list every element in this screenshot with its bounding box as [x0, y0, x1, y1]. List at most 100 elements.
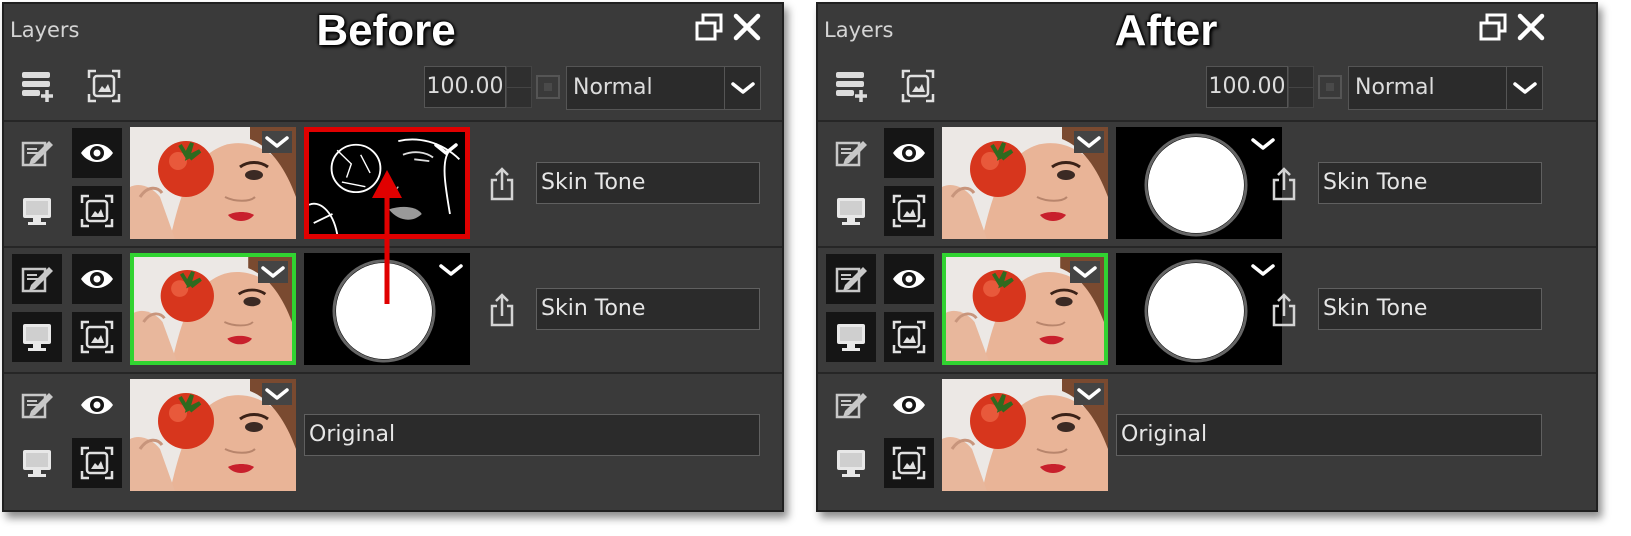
chevron-down-icon[interactable]: [1074, 131, 1104, 153]
dropdown-button[interactable]: [724, 67, 760, 109]
eye-icon: [79, 135, 115, 171]
visibility-toggle[interactable]: [884, 128, 934, 178]
edit-layer-button[interactable]: [826, 254, 876, 304]
blend-mode-select[interactable]: Normal: [1348, 66, 1543, 110]
monitor-icon: [833, 193, 869, 229]
dropdown-button[interactable]: [1506, 67, 1542, 109]
before-heading: Before: [316, 6, 456, 55]
layer-name-field[interactable]: Skin Tone: [536, 162, 760, 204]
fit-frame-icon[interactable]: [900, 68, 936, 104]
opacity-stepper[interactable]: [1288, 66, 1314, 108]
edit-icon: [833, 135, 869, 171]
frame-icon: [891, 319, 927, 355]
chevron-down-icon[interactable]: [262, 131, 292, 153]
display-button[interactable]: [826, 186, 876, 236]
mask-frame-button[interactable]: [72, 312, 122, 362]
chevron-down-icon[interactable]: [431, 138, 461, 160]
layer-thumbnail-selected[interactable]: [942, 253, 1108, 365]
chevron-down-icon[interactable]: [1248, 133, 1278, 155]
mask-frame-button[interactable]: [884, 438, 934, 488]
add-layer-icon[interactable]: [20, 68, 56, 104]
edit-layer-button[interactable]: [826, 128, 876, 178]
layer-mask-thumbnail[interactable]: [1116, 253, 1282, 365]
chevron-down-icon: [1510, 77, 1540, 99]
eye-icon: [79, 261, 115, 297]
mask-frame-button[interactable]: [884, 312, 934, 362]
layer-mask-thumbnail[interactable]: [1116, 127, 1282, 239]
layer-thumbnail[interactable]: [130, 127, 296, 239]
layer-name-field[interactable]: Skin Tone: [536, 288, 760, 330]
restore-window-icon[interactable]: [1478, 12, 1508, 42]
eye-icon: [891, 135, 927, 171]
display-button[interactable]: [12, 186, 62, 236]
edit-icon: [19, 135, 55, 171]
close-icon[interactable]: [1516, 12, 1546, 42]
chevron-down-icon[interactable]: [1070, 261, 1100, 283]
edit-layer-button[interactable]: [12, 254, 62, 304]
share-icon[interactable]: [488, 292, 516, 328]
layer-name-field[interactable]: Skin Tone: [1318, 288, 1542, 330]
layer-row[interactable]: Skin Tone: [818, 246, 1596, 368]
display-button[interactable]: [826, 438, 876, 488]
panel-title: Layers: [824, 18, 894, 42]
edit-icon: [833, 387, 869, 423]
blend-mode-value: Normal: [1355, 75, 1435, 100]
frame-icon: [891, 445, 927, 481]
blend-mode-value: Normal: [573, 75, 653, 100]
opacity-input[interactable]: 100.00: [424, 66, 506, 108]
layer-thumbnail[interactable]: [942, 379, 1108, 491]
restore-window-icon[interactable]: [694, 12, 724, 42]
annotation-arrow: [372, 170, 402, 304]
layer-thumbnail[interactable]: [130, 379, 296, 491]
layer-name-field[interactable]: Original: [304, 414, 760, 456]
monitor-icon: [19, 193, 55, 229]
fit-frame-icon[interactable]: [86, 68, 122, 104]
edit-layer-button[interactable]: [12, 128, 62, 178]
layer-name-field[interactable]: Skin Tone: [1318, 162, 1542, 204]
visibility-toggle[interactable]: [72, 128, 122, 178]
layer-thumbnail-selected[interactable]: [130, 253, 296, 365]
layers-panel-before: Layers Before 100.00 Normal Skin Tone Sk…: [2, 2, 784, 512]
monitor-icon: [19, 445, 55, 481]
chevron-down-icon[interactable]: [1074, 383, 1104, 405]
lock-checkbox[interactable]: [536, 75, 560, 99]
opacity-stepper[interactable]: [506, 66, 532, 108]
share-icon[interactable]: [488, 166, 516, 202]
layer-row[interactable]: Original: [4, 372, 782, 510]
frame-icon: [79, 319, 115, 355]
edit-layer-button[interactable]: [12, 380, 62, 430]
layers-toolbar: 100.00 Normal: [818, 54, 1596, 118]
mask-frame-button[interactable]: [884, 186, 934, 236]
close-icon[interactable]: [732, 12, 762, 42]
layers-panel-after: Layers After 100.00 Normal Skin Tone Ski…: [816, 2, 1598, 512]
mask-frame-button[interactable]: [72, 438, 122, 488]
mask-frame-button[interactable]: [72, 186, 122, 236]
chevron-down-icon[interactable]: [258, 261, 288, 283]
blend-mode-select[interactable]: Normal: [566, 66, 761, 110]
layer-thumbnail[interactable]: [942, 127, 1108, 239]
eye-icon: [79, 387, 115, 423]
visibility-toggle[interactable]: [72, 254, 122, 304]
visibility-toggle[interactable]: [884, 254, 934, 304]
chevron-down-icon: [728, 77, 758, 99]
chevron-down-icon[interactable]: [436, 259, 466, 281]
layer-row[interactable]: Original: [818, 372, 1596, 510]
display-button[interactable]: [12, 312, 62, 362]
edit-icon: [19, 387, 55, 423]
chevron-down-icon[interactable]: [262, 383, 292, 405]
frame-icon: [79, 193, 115, 229]
share-icon[interactable]: [1270, 166, 1298, 202]
layer-row[interactable]: Skin Tone: [818, 120, 1596, 242]
add-layer-icon[interactable]: [834, 68, 870, 104]
display-button[interactable]: [826, 312, 876, 362]
chevron-down-icon[interactable]: [1248, 259, 1278, 281]
share-icon[interactable]: [1270, 292, 1298, 328]
visibility-toggle[interactable]: [72, 380, 122, 430]
visibility-toggle[interactable]: [884, 380, 934, 430]
display-button[interactable]: [12, 438, 62, 488]
opacity-input[interactable]: 100.00: [1206, 66, 1288, 108]
edit-icon: [833, 261, 869, 297]
lock-checkbox[interactable]: [1318, 75, 1342, 99]
layer-name-field[interactable]: Original: [1116, 414, 1542, 456]
edit-layer-button[interactable]: [826, 380, 876, 430]
